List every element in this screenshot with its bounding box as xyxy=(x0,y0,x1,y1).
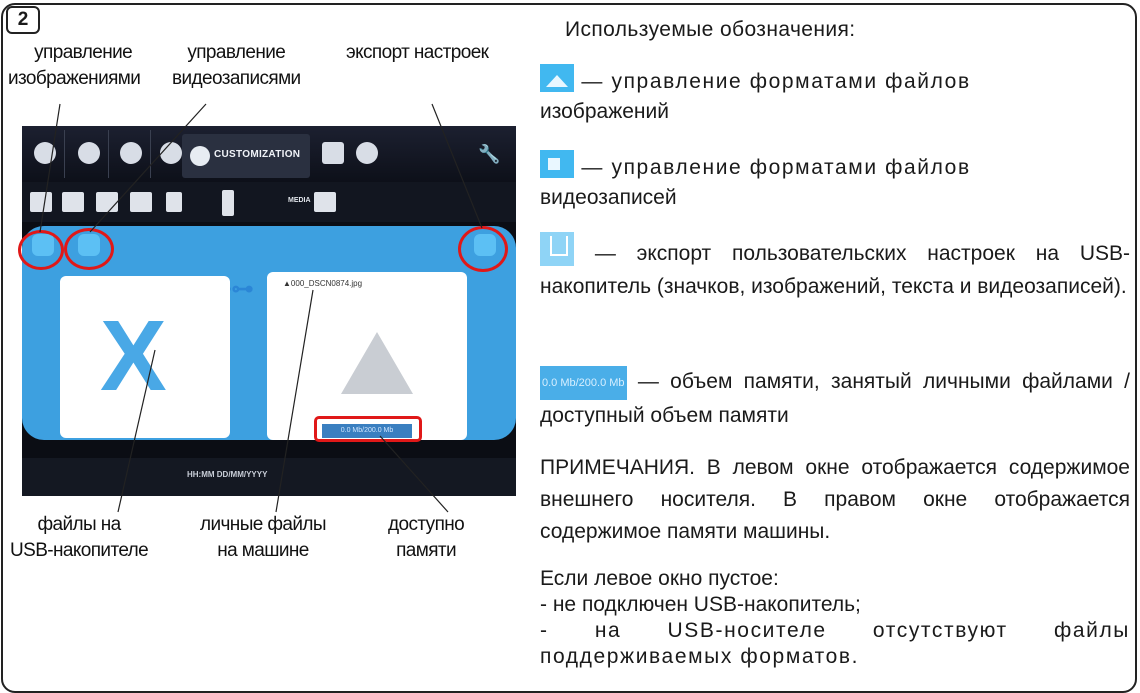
display-icon[interactable] xyxy=(130,192,152,212)
needle-icon xyxy=(78,142,100,164)
legend-images-line2: изображений xyxy=(540,100,669,123)
empty-x-icon: X xyxy=(100,300,167,412)
callout-available-memory: доступно памяти xyxy=(388,512,465,564)
top-tab-bar: CUSTOMIZATION 🔧 xyxy=(22,126,516,182)
legend-video-line2: видеозаписей xyxy=(540,186,677,209)
presser-foot-icon xyxy=(160,142,182,164)
highlight-memory-readout xyxy=(314,416,422,442)
notes-empty-item-2: - на USB-носителе отсутствуют файлы подд… xyxy=(540,619,1130,668)
status-bar: HH:MM DD/MM/YYYY xyxy=(22,458,516,496)
legend-memory: 0.0 Mb/200.0 Mb — объем памяти, занятый … xyxy=(540,366,1130,432)
callout-video-management-line1: управление xyxy=(187,42,286,63)
machine-screen-screenshot: CUSTOMIZATION 🔧 MEDIA ⟵⊶ X ▲000_DSCN0874… xyxy=(22,126,516,496)
thread-icon xyxy=(34,142,56,164)
callout-personal-files: личные файлы на машине xyxy=(200,512,327,564)
book-open-icon[interactable] xyxy=(30,192,52,212)
tab-customization-label: CUSTOMIZATION xyxy=(214,149,301,160)
export-settings-icon xyxy=(540,232,574,266)
image-frame-icon[interactable] xyxy=(96,192,118,212)
tab-customization[interactable]: CUSTOMIZATION xyxy=(182,134,310,178)
legend-title: Используемые обозначения: xyxy=(565,18,856,41)
wrench-icon[interactable]: 🔧 xyxy=(478,144,500,165)
step-number-badge: 2 xyxy=(6,6,40,34)
screen-icon xyxy=(322,142,344,164)
callout-usb-files: файлы на USB-накопителе xyxy=(10,512,149,564)
callout-available-memory-line2: памяти xyxy=(396,540,457,561)
book-edit-icon[interactable] xyxy=(62,192,84,212)
callout-personal-files-line2: на машине xyxy=(217,540,309,561)
memory-badge: 0.0 Mb/200.0 Mb xyxy=(540,366,627,400)
legend-video-text: — управление форматами файлов xyxy=(574,156,971,179)
status-bar-datetime: HH:MM DD/MM/YYYY xyxy=(187,470,268,479)
user-icon xyxy=(356,142,378,164)
media-label: MEDIA xyxy=(288,197,311,204)
highlight-image-icon xyxy=(18,230,64,270)
callout-available-memory-line1: доступно xyxy=(388,514,465,535)
callout-export-settings: экспорт настроек xyxy=(346,42,489,63)
callout-usb-files-line1: файлы на xyxy=(37,514,122,535)
callout-usb-files-line2: USB-накопителе xyxy=(10,540,149,561)
legend-video-line1: — управление форматами файлов xyxy=(540,150,1130,182)
notes-empty-title: Если левое окно пустое: xyxy=(540,567,779,590)
legend-images-text: — управление форматами файлов xyxy=(574,70,971,93)
callout-image-management: управление изображениями xyxy=(8,40,141,92)
image-formats-icon xyxy=(540,64,574,92)
pencil-icon xyxy=(190,146,210,166)
callout-image-management-line1: управление xyxy=(34,42,133,63)
callout-personal-files-line1: личные файлы xyxy=(200,514,327,535)
book-icon xyxy=(120,142,142,164)
customization-toolbar: MEDIA xyxy=(22,182,516,222)
legend-memory-text: — объем памяти, занятый личными файлами … xyxy=(540,370,1130,427)
notes-main: ПРИМЕЧАНИЯ. В левом окне отображается со… xyxy=(540,456,1130,543)
legend-export: — экспорт пользовательских настроек на U… xyxy=(540,232,1130,303)
highlight-video-icon xyxy=(64,228,114,270)
callout-video-management-line2: видеозаписями xyxy=(172,68,301,89)
callout-image-management-line2: изображениями xyxy=(8,68,141,89)
speaker-icon[interactable] xyxy=(166,192,182,212)
video-formats-icon xyxy=(540,150,574,178)
usb-files-window[interactable]: X xyxy=(60,276,230,438)
notes-empty-item-1: - не подключен USB-накопитель; xyxy=(540,593,861,616)
machine-files-window[interactable]: ▲000_DSCN0874.jpg xyxy=(267,272,467,440)
highlight-export-icon xyxy=(458,226,508,272)
usb-drive-icon[interactable] xyxy=(222,190,234,216)
legend-images-line1: — управление форматами файлов xyxy=(540,64,1130,96)
file-name[interactable]: ▲000_DSCN0874.jpg xyxy=(283,279,362,288)
callout-video-management: управление видеозаписями xyxy=(172,40,301,92)
palette-icon[interactable] xyxy=(314,192,336,212)
image-placeholder-icon xyxy=(341,332,413,394)
legend-export-text: — экспорт пользовательских настроек на U… xyxy=(540,242,1130,298)
